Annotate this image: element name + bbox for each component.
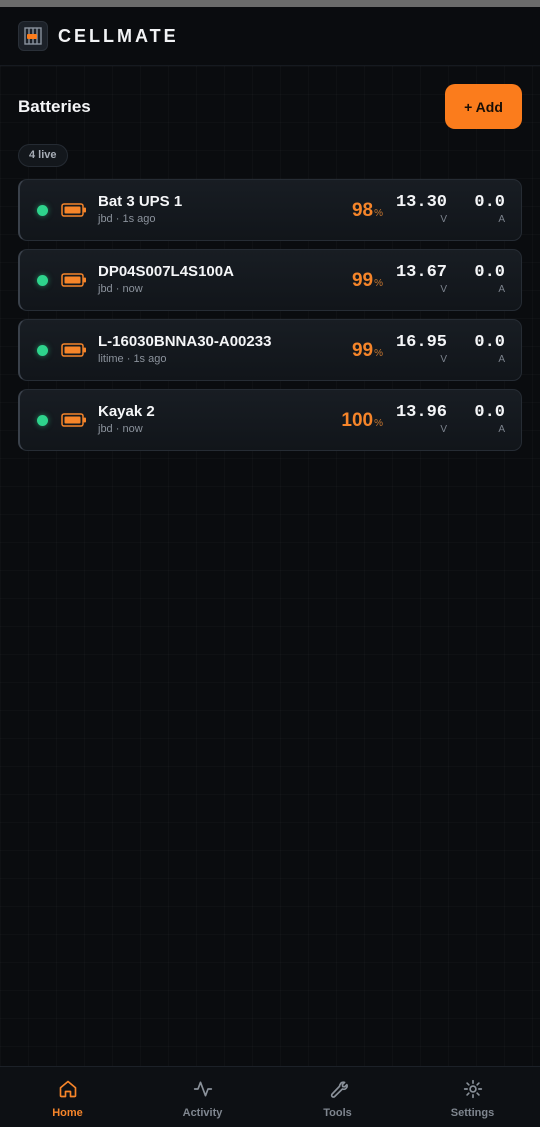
section-header: Batteries + Add xyxy=(18,66,522,129)
voltage-value: 13.96 xyxy=(395,403,447,422)
nav-home[interactable]: Home xyxy=(0,1067,135,1127)
battery-source: litime · 1s ago xyxy=(98,353,167,365)
current-unit: A xyxy=(498,214,505,225)
online-status-dot xyxy=(37,275,48,286)
battery-card[interactable]: DP04S007L4S100A jbd · now 99% 13.67 V 0.0… xyxy=(18,249,522,311)
bottom-nav: Home Activity Tools Settings xyxy=(0,1066,540,1127)
battery-name: Bat 3 UPS 1 xyxy=(98,193,183,210)
battery-list: Bat 3 UPS 1 jbd · 1s ago 98% 13.30 V 0.0 A… xyxy=(18,179,522,451)
voltage-value: 13.67 xyxy=(395,263,447,282)
nav-settings[interactable]: Settings xyxy=(405,1067,540,1127)
voltage-readout: 13.30 V xyxy=(396,193,447,225)
battery-name: DP04S007L4S100A xyxy=(98,263,234,280)
battery-source: jbd · now xyxy=(98,283,143,295)
home-icon xyxy=(58,1079,78,1104)
add-battery-button[interactable]: + Add xyxy=(445,84,522,129)
cellmate-logo-icon xyxy=(18,21,48,51)
online-status-dot xyxy=(37,415,48,426)
page-title: Batteries xyxy=(18,96,91,116)
live-count-badge: 4 live xyxy=(18,144,68,167)
voltage-value: 13.30 xyxy=(395,193,447,212)
app-header: CELLMATE xyxy=(0,7,540,66)
current-unit: A xyxy=(498,424,505,435)
nav-label: Activity xyxy=(182,1107,223,1119)
gear-icon xyxy=(463,1079,483,1104)
current-readout: 0.0 A xyxy=(474,333,505,365)
app-title: CELLMATE xyxy=(58,25,179,46)
battery-icon xyxy=(61,413,87,432)
nav-activity[interactable]: Activity xyxy=(135,1067,270,1127)
online-status-dot xyxy=(37,345,48,356)
soc-unit: % xyxy=(374,278,383,289)
battery-icon xyxy=(61,273,87,292)
current-value: 0.0 xyxy=(474,263,505,282)
battery-card[interactable]: Kayak 2 jbd · now 100% 13.96 V 0.0 A xyxy=(18,389,522,451)
soc-unit: % xyxy=(374,208,383,219)
battery-source: jbd · now xyxy=(98,423,143,435)
soc-value: 98 xyxy=(351,200,374,221)
status-bar xyxy=(0,0,540,7)
wrench-icon xyxy=(328,1079,348,1104)
soc-unit: % xyxy=(374,418,383,429)
state-of-charge: 98% xyxy=(352,200,383,222)
nav-label: Home xyxy=(52,1107,83,1119)
soc-value: 99 xyxy=(351,340,374,361)
voltage-unit: V xyxy=(440,214,447,225)
current-value: 0.0 xyxy=(474,193,505,212)
current-readout: 0.0 A xyxy=(474,193,505,225)
battery-icon xyxy=(61,343,87,362)
nav-label: Tools xyxy=(323,1107,352,1119)
state-of-charge: 100% xyxy=(341,410,383,432)
battery-card[interactable]: L-16030BNNA30-A00233 litime · 1s ago 99%… xyxy=(18,319,522,381)
current-value: 0.0 xyxy=(474,403,505,422)
battery-name: L-16030BNNA30-A00233 xyxy=(98,333,272,350)
current-value: 0.0 xyxy=(474,333,505,352)
soc-unit: % xyxy=(374,348,383,359)
state-of-charge: 99% xyxy=(352,340,383,362)
battery-card[interactable]: Bat 3 UPS 1 jbd · 1s ago 98% 13.30 V 0.0 A xyxy=(18,179,522,241)
battery-source: jbd · 1s ago xyxy=(98,213,156,225)
voltage-unit: V xyxy=(440,284,447,295)
voltage-readout: 13.67 V xyxy=(396,263,447,295)
voltage-unit: V xyxy=(440,424,447,435)
nav-tools[interactable]: Tools xyxy=(270,1067,405,1127)
voltage-value: 16.95 xyxy=(395,333,447,352)
voltage-readout: 13.96 V xyxy=(396,403,447,435)
soc-value: 99 xyxy=(351,270,374,291)
activity-icon xyxy=(193,1079,213,1104)
nav-label: Settings xyxy=(450,1107,495,1119)
current-readout: 0.0 A xyxy=(474,403,505,435)
online-status-dot xyxy=(37,205,48,216)
voltage-readout: 16.95 V xyxy=(396,333,447,365)
battery-name: Kayak 2 xyxy=(98,403,155,420)
battery-icon xyxy=(61,203,87,222)
voltage-unit: V xyxy=(440,354,447,365)
current-readout: 0.0 A xyxy=(474,263,505,295)
main-content: Batteries + Add 4 live Bat 3 UPS 1 jbd ·… xyxy=(0,66,540,1066)
current-unit: A xyxy=(498,354,505,365)
current-unit: A xyxy=(498,284,505,295)
soc-value: 100 xyxy=(341,410,374,431)
state-of-charge: 99% xyxy=(352,270,383,292)
